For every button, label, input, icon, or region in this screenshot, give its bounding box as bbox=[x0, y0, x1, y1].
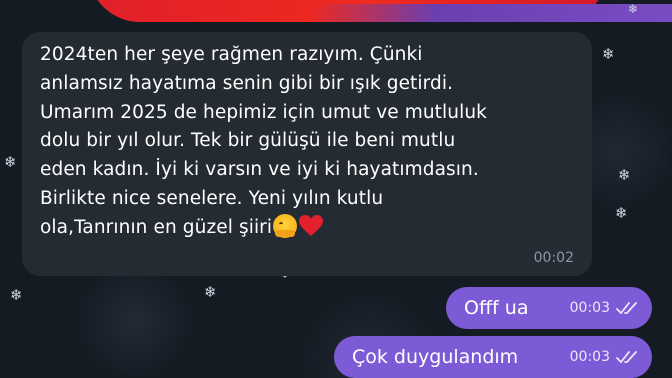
snowflake-icon: ❄ bbox=[602, 45, 615, 63]
message-time: 00:03 bbox=[569, 300, 610, 316]
message-time: 00:03 bbox=[569, 349, 610, 365]
message-line: eden kadın. İyi ki varsın ve iyi ki haya… bbox=[40, 159, 479, 181]
snowflake-icon: ❄ bbox=[615, 204, 628, 222]
hugging-face-icon bbox=[273, 213, 298, 238]
message-line: anlamsız hayatıma senin gibi bir ışık ge… bbox=[40, 72, 454, 94]
snowflake-icon: ❄ bbox=[10, 286, 23, 304]
message-meta: 00:03 bbox=[570, 349, 638, 365]
message-line: ola,Tanrının en güzel şiiri bbox=[40, 216, 273, 238]
message-line: dolu bir yıl olur. Tek bir gülüşü ile be… bbox=[40, 130, 456, 152]
top-purple-band bbox=[310, 4, 672, 22]
message-line: Birlikte nice senelere. Yeni yılın kutlu bbox=[40, 187, 384, 209]
message-line-last: ola,Tanrının en güzel şiiri bbox=[40, 213, 576, 243]
snowflake-icon: ❄ bbox=[618, 166, 631, 184]
message-line: Umarım 2025 de hepimiz için umut ve mutl… bbox=[40, 101, 487, 123]
message-time: 00:02 bbox=[533, 250, 574, 266]
message-meta: 00:03 bbox=[570, 300, 638, 316]
incoming-message-bubble[interactable]: 2024ten her şeye rağmen razıyım. Çünki an… bbox=[22, 32, 592, 276]
outgoing-message-bubble[interactable]: Çok duygulandım 00:03 bbox=[334, 336, 652, 378]
outgoing-message-bubble[interactable]: Offf ua 00:03 bbox=[446, 287, 652, 329]
snowflake-icon: ❄ bbox=[628, 2, 639, 16]
double-check-icon bbox=[616, 351, 637, 364]
outgoing-message-text: Çok duygulandım bbox=[352, 346, 519, 368]
red-heart-icon bbox=[299, 214, 324, 236]
double-check-icon bbox=[616, 302, 637, 315]
outgoing-message-text: Offf ua bbox=[464, 297, 529, 319]
message-line: 2024ten her şeye rağmen razıyım. Çünki bbox=[40, 44, 423, 65]
incoming-message-text: 2024ten her şeye rağmen razıyım. Çünki an… bbox=[40, 41, 576, 243]
snowflake-icon: ❄ bbox=[4, 153, 17, 171]
snowflake-icon: ❄ bbox=[204, 283, 217, 301]
